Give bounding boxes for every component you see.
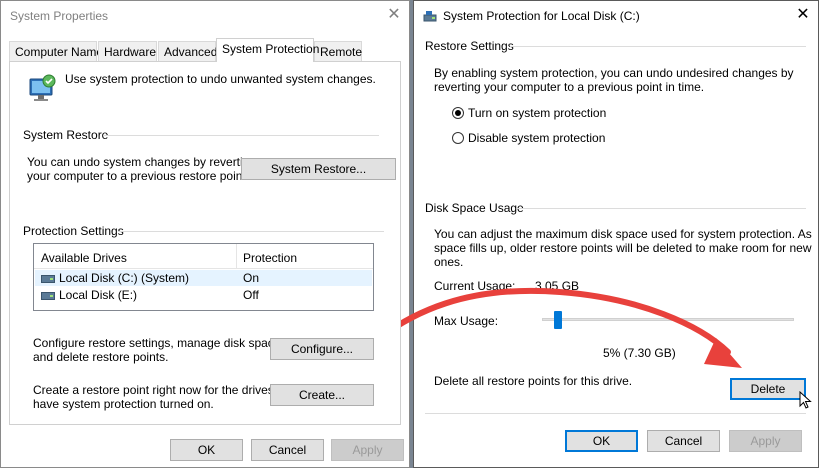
disk-space-heading: Disk Space Usage: [425, 201, 524, 215]
table-row[interactable]: Local Disk (C:) (System) On: [35, 270, 372, 286]
disk-space-description-3: ones.: [434, 255, 464, 269]
configure-button[interactable]: Configure...: [270, 338, 374, 360]
drive-cell: Local Disk (C:) (System): [41, 271, 189, 285]
create-description-1: Create a restore point right now for the…: [33, 383, 298, 397]
system-restore-heading: System Restore: [23, 128, 109, 142]
restore-settings-divider: [510, 46, 806, 47]
drive-name: Local Disk (C:) (System): [59, 271, 190, 285]
disable-protection-label[interactable]: Disable system protection: [468, 131, 605, 145]
slider-thumb[interactable]: [554, 311, 562, 329]
configure-description-2: and delete restore points.: [33, 350, 169, 364]
drive-name: Local Disk (E:): [59, 288, 138, 302]
disable-protection-radio[interactable]: [452, 132, 464, 144]
system-restore-description-1: You can undo system changes by reverting: [27, 155, 257, 169]
drives-list[interactable]: Available Drives Protection Local Disk (…: [33, 243, 374, 311]
column-divider: [236, 244, 237, 268]
system-protection-dialog: System Protection for Local Disk (C:) ✕ …: [413, 0, 819, 468]
restore-settings-heading: Restore Settings: [425, 39, 514, 53]
max-usage-label: Max Usage:: [434, 314, 499, 328]
delete-button[interactable]: Delete: [730, 378, 806, 400]
ok-button[interactable]: OK: [170, 439, 243, 461]
window-title: System Properties: [10, 9, 109, 23]
max-usage-slider[interactable]: [542, 311, 794, 331]
system-properties-dialog: System Properties ✕ Computer Name Hardwa…: [0, 0, 410, 468]
hard-drive-icon: [41, 274, 55, 283]
column-header-available-drives[interactable]: Available Drives: [41, 251, 127, 265]
shield-drive-icon: [423, 10, 439, 22]
tab-hardware[interactable]: Hardware: [98, 41, 157, 61]
disk-space-description-1: You can adjust the maximum disk space us…: [434, 227, 812, 241]
configure-description-1: Configure restore settings, manage disk …: [33, 336, 284, 350]
ok-button[interactable]: OK: [565, 430, 638, 452]
column-header-protection[interactable]: Protection: [243, 251, 297, 265]
disk-space-description-2: space fills up, older restore points wil…: [434, 241, 812, 255]
system-protection-icon: [27, 73, 57, 103]
footer-divider: [425, 413, 806, 414]
table-row[interactable]: Local Disk (E:) Off: [35, 287, 372, 303]
delete-description: Delete all restore points for this drive…: [434, 374, 633, 388]
tab-system-protection[interactable]: System Protection: [216, 38, 319, 62]
hard-drive-icon: [41, 291, 55, 300]
window-title: System Protection for Local Disk (C:): [443, 9, 640, 23]
cancel-button[interactable]: Cancel: [647, 430, 720, 452]
tab-computer-name[interactable]: Computer Name: [9, 41, 103, 61]
turn-on-protection-radio[interactable]: [452, 107, 464, 119]
drive-cell: Local Disk (E:): [41, 288, 137, 302]
protection-cell: Off: [243, 288, 259, 302]
tab-remote[interactable]: Remote: [314, 41, 362, 61]
current-usage-label: Current Usage:: [434, 279, 516, 293]
system-restore-description-2: your computer to a previous restore poin…: [27, 169, 250, 183]
create-description-2: have system protection turned on.: [33, 397, 214, 411]
mouse-pointer-icon: [799, 390, 813, 411]
protection-cell: On: [243, 271, 260, 285]
create-button[interactable]: Create...: [270, 384, 374, 406]
system-restore-button[interactable]: System Restore...: [241, 158, 396, 180]
intro-text: Use system protection to undo unwanted s…: [65, 72, 376, 86]
disk-space-divider: [517, 208, 806, 209]
restore-settings-description-2: reverting your computer to a previous po…: [434, 80, 705, 94]
apply-button[interactable]: Apply: [331, 439, 404, 461]
close-icon[interactable]: ✕: [383, 5, 405, 25]
cancel-button[interactable]: Cancel: [251, 439, 324, 461]
close-icon[interactable]: ✕: [792, 5, 814, 25]
max-usage-value: 5% (7.30 GB): [603, 346, 676, 360]
system-protection-titlebar[interactable]: System Protection for Local Disk (C:) ✕: [414, 1, 818, 31]
drives-list-header: Available Drives Protection: [34, 244, 373, 269]
current-usage-value: 3.05 GB: [535, 279, 580, 293]
protection-settings-divider: [118, 231, 384, 232]
protection-settings-heading: Protection Settings: [23, 224, 124, 238]
restore-settings-description-1: By enabling system protection, you can u…: [434, 66, 794, 80]
tab-advanced[interactable]: Advanced: [158, 41, 217, 61]
system-properties-titlebar[interactable]: System Properties ✕: [1, 1, 409, 31]
apply-button[interactable]: Apply: [729, 430, 802, 452]
turn-on-protection-label[interactable]: Turn on system protection: [468, 106, 606, 120]
system-restore-divider: [103, 135, 379, 136]
slider-track: [542, 318, 794, 321]
